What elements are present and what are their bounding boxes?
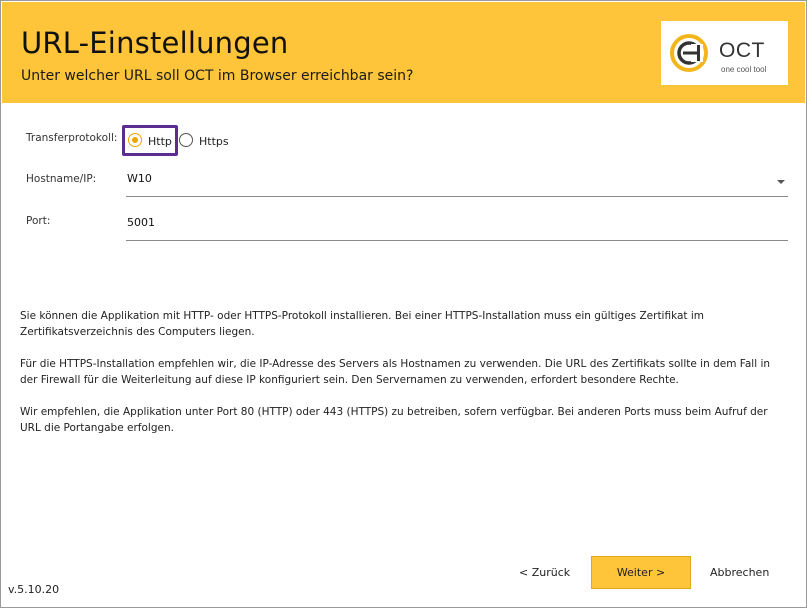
page-title: URL-Einstellungen	[21, 26, 289, 60]
logo-text: OCT	[719, 39, 765, 62]
port-value[interactable]: 5001	[127, 216, 155, 229]
info-paragraph-1: Sie können die Applikation mit HTTP- ode…	[20, 310, 705, 338]
logo-subtext: one cool tool	[721, 65, 767, 74]
next-button[interactable]: Weiter >	[591, 556, 691, 589]
cancel-button[interactable]: Abbrechen	[710, 566, 769, 579]
hostname-value[interactable]: W10	[127, 172, 152, 185]
hostname-label: Hostname/IP:	[26, 173, 97, 185]
radio-https-label[interactable]: Https	[199, 135, 229, 148]
radio-http-indicator[interactable]	[128, 133, 142, 147]
version-label: v.5.10.20	[8, 583, 60, 596]
info-paragraph-2: Für die HTTPS-Installation empfehlen wir…	[20, 358, 771, 386]
radio-https-indicator[interactable]	[179, 133, 193, 147]
info-paragraph-3: Wir empfehlen, die Applikation unter Por…	[20, 406, 768, 434]
page-subtitle: Unter welcher URL soll OCT im Browser er…	[21, 68, 414, 84]
oct-logo: OCT one cool tool	[661, 21, 788, 85]
installer-window: URL-Einstellungen Unter welcher URL soll…	[0, 0, 807, 608]
port-label: Port:	[26, 215, 51, 227]
back-button[interactable]: < Zurück	[519, 566, 570, 579]
oct-logo-icon	[670, 34, 708, 72]
dropdown-arrow-icon[interactable]	[777, 180, 785, 184]
hostname-combobox[interactable]: W10	[126, 171, 788, 197]
header-banner: URL-Einstellungen Unter welcher URL soll…	[2, 2, 805, 103]
port-input[interactable]: 5001	[126, 215, 788, 241]
protocol-label: Transferprotokoll:	[26, 132, 118, 144]
radio-http-label[interactable]: Http	[148, 135, 172, 148]
